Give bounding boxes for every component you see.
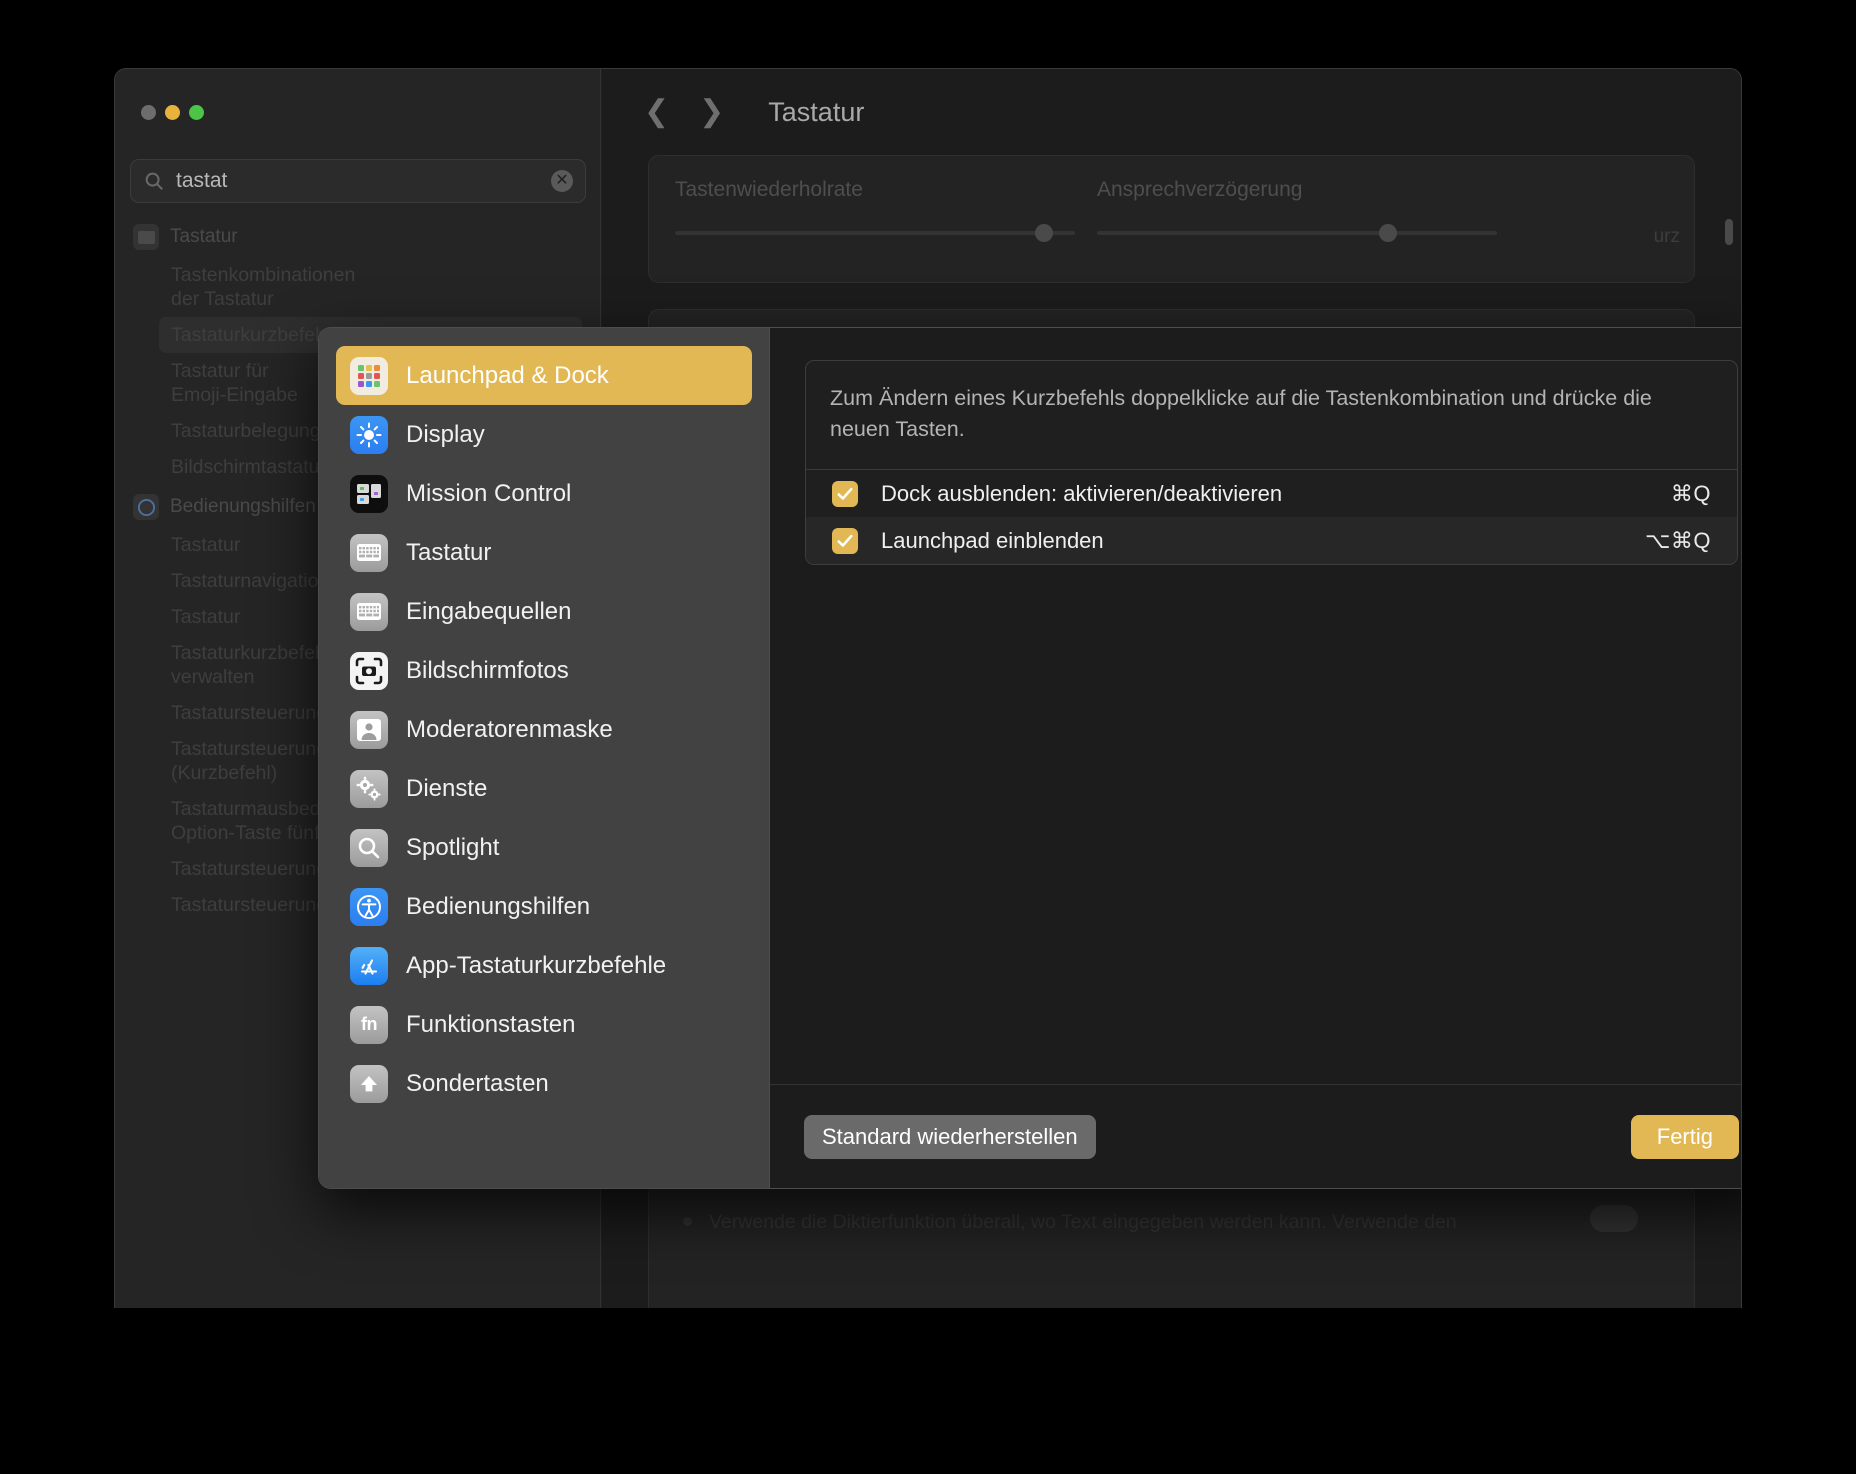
screenshot-camera-icon xyxy=(350,651,388,690)
zoom-button[interactable] xyxy=(189,105,204,120)
sidebar-item-label: Eingabequellen xyxy=(406,597,572,625)
delay-until-repeat-label: Ansprechverzögerung xyxy=(1097,178,1303,201)
checkbox-checked-icon[interactable] xyxy=(832,527,858,554)
sidebar-item-label: App-Tastaturkurzbefehle xyxy=(406,951,667,979)
key-repeat-rate-label: Tastenwiederholrate xyxy=(675,178,863,201)
shortcut-name: Dock ausblenden: aktivieren/deaktivieren xyxy=(881,480,1283,506)
delay-slider-track[interactable] xyxy=(1097,231,1497,235)
shortcut-keys[interactable]: ⌥⌘Q xyxy=(1645,528,1711,554)
sidebar-item-bildschirmfotos[interactable]: Bildschirmfotos xyxy=(336,641,752,700)
sidebar-item-bedienungshilfen[interactable]: Bedienungshilfen xyxy=(336,877,752,936)
keyboard-shortcuts-sheet: Launchpad & Dock Display Mission Control… xyxy=(318,327,1741,1189)
short-label: urz xyxy=(1653,226,1680,247)
sidebar-item-eingabequellen[interactable]: Eingabequellen xyxy=(336,582,752,641)
sidebar-item-spotlight[interactable]: Spotlight xyxy=(336,818,752,877)
sidebar-item-tastatur[interactable]: Tastatur xyxy=(336,523,752,582)
sidebar-item-dienste[interactable]: Dienste xyxy=(336,759,752,818)
sidebar-item-label: Funktionstasten xyxy=(406,1010,576,1038)
shortcut-category-list: Launchpad & Dock Display Mission Control… xyxy=(319,328,770,1188)
window-controls xyxy=(141,105,204,120)
toggle[interactable] xyxy=(1590,1205,1638,1232)
keyboard-icon xyxy=(350,592,388,631)
accessibility-icon xyxy=(133,494,159,520)
key-repeat-slider-track[interactable] xyxy=(675,231,1075,235)
keyboard-rate-card: Tastenwiederholrate Ansprechverzögerung … xyxy=(648,155,1695,283)
launchpad-icon xyxy=(350,356,388,395)
result-group-label: Tastatur xyxy=(170,226,238,247)
sidebar-item-label: Tastatur xyxy=(406,538,492,566)
sidebar-item-moderatorenmaske[interactable]: Moderatorenmaske xyxy=(336,700,752,759)
dictation-description: Verwende die Diktierfunktion überall, wo… xyxy=(675,1205,1668,1235)
modifier-keys-icon xyxy=(350,1064,388,1103)
presenter-overlay-icon xyxy=(350,710,388,749)
accessibility-icon xyxy=(350,887,388,926)
system-settings-window: tastat ✕ Tastatur Tastenkombinationen der… xyxy=(114,68,1742,1308)
sidebar-item-funktionstasten[interactable]: fn Funktionstasten xyxy=(336,995,752,1054)
done-button[interactable]: Fertig xyxy=(1630,1114,1739,1159)
checkbox-checked-icon[interactable] xyxy=(832,480,858,507)
sidebar-item-label: Moderatorenmaske xyxy=(406,715,613,743)
key-repeat-slider-knob[interactable] xyxy=(1035,224,1053,242)
page-title: Tastatur xyxy=(768,96,865,127)
shortcut-name: Launchpad einblenden xyxy=(881,527,1104,553)
chevron-right-icon[interactable]: ❯ xyxy=(699,97,724,127)
display-brightness-icon xyxy=(350,415,388,454)
vertical-scrollbar[interactable] xyxy=(1725,219,1733,245)
sidebar-item-label: Bedienungshilfen xyxy=(406,892,591,920)
keyboard-icon xyxy=(350,533,388,572)
bullet-icon xyxy=(683,1217,692,1226)
sidebar-item-label: Sondertasten xyxy=(406,1069,549,1097)
spotlight-search-icon xyxy=(350,828,388,867)
sidebar-item-label: Dienste xyxy=(406,774,488,802)
search-field[interactable]: tastat ✕ xyxy=(130,159,586,203)
result-group-label: Bedienungshilfen xyxy=(170,496,316,517)
fn-label: fn xyxy=(361,1014,378,1034)
sheet-footer: Standard wiederherstellen Fertig xyxy=(770,1084,1741,1188)
fn-key-icon: fn xyxy=(350,1005,388,1044)
result-group-header: Tastatur xyxy=(133,217,582,257)
list-item[interactable]: Tastenkombinationen der Tastatur xyxy=(133,257,582,317)
chevron-left-icon[interactable]: ❮ xyxy=(644,97,669,127)
minimize-button[interactable] xyxy=(165,105,180,120)
sidebar-item-label: Mission Control xyxy=(406,479,572,507)
sidebar-item-label: Spotlight xyxy=(406,833,500,861)
dictation-card: Verwende die Diktierfunktion überall, wo… xyxy=(648,1184,1695,1308)
sidebar-item-sondertasten[interactable]: Sondertasten xyxy=(336,1054,752,1113)
sidebar-item-mission-control[interactable]: Mission Control xyxy=(336,464,752,523)
shortcut-hint-text: Zum Ändern eines Kurzbefehls doppelklick… xyxy=(806,361,1737,470)
navigation-bar: ❮ ❯ Tastatur xyxy=(602,69,1741,155)
sidebar-item-launchpad-dock[interactable]: Launchpad & Dock xyxy=(336,346,752,405)
keyboard-icon xyxy=(133,224,159,250)
delay-slider-knob[interactable] xyxy=(1379,224,1397,242)
clear-icon[interactable]: ✕ xyxy=(551,170,573,192)
services-gears-icon xyxy=(350,769,388,808)
shortcut-keys[interactable]: ⌘Q xyxy=(1671,481,1711,507)
app-store-icon xyxy=(350,946,388,985)
sidebar-item-display[interactable]: Display xyxy=(336,405,752,464)
table-row[interactable]: Dock ausblenden: aktivieren/deaktivieren… xyxy=(806,470,1737,517)
close-button[interactable] xyxy=(141,105,156,120)
shortcut-detail-pane: Zum Ändern eines Kurzbefehls doppelklick… xyxy=(770,328,1741,1188)
sidebar-item-label: Launchpad & Dock xyxy=(406,361,609,389)
sidebar-item-app-tastaturkurzbefehle[interactable]: App-Tastaturkurzbefehle xyxy=(336,936,752,995)
sidebar-item-label: Bildschirmfotos xyxy=(406,656,569,684)
restore-defaults-button[interactable]: Standard wiederherstellen xyxy=(804,1114,1096,1159)
shortcut-table: Zum Ändern eines Kurzbefehls doppelklick… xyxy=(805,360,1738,565)
table-row[interactable]: Launchpad einblenden ⌥⌘Q xyxy=(806,517,1737,564)
sidebar-item-label: Display xyxy=(406,420,485,448)
search-input-value[interactable]: tastat xyxy=(176,169,551,193)
mission-control-icon xyxy=(350,474,388,513)
search-icon xyxy=(145,172,163,190)
